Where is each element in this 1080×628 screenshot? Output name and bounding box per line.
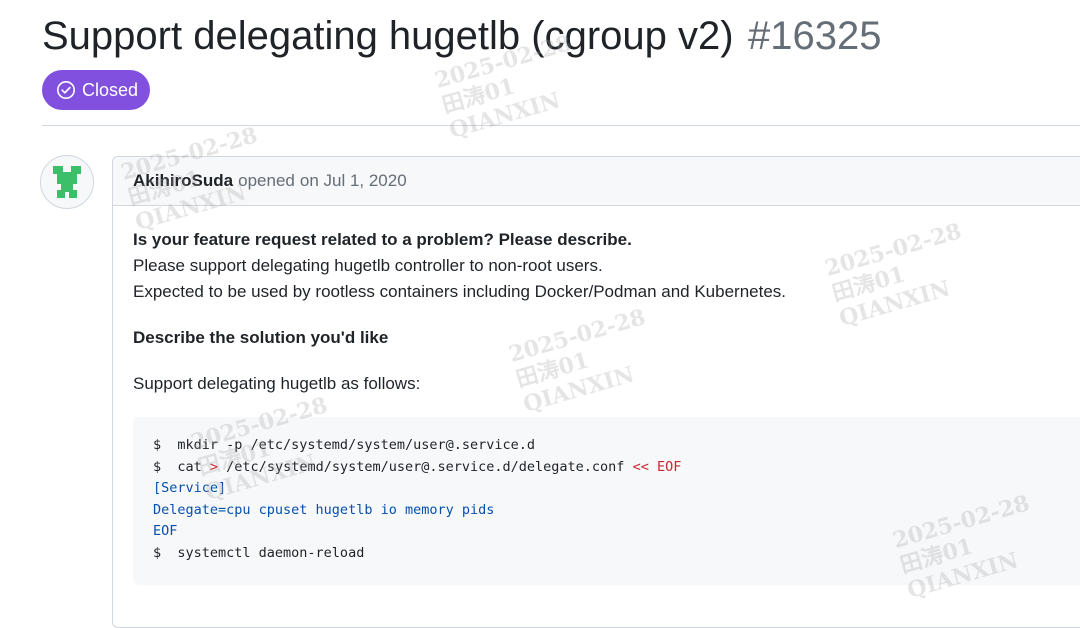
status-label: Closed	[82, 79, 139, 100]
status-badge: Closed	[42, 70, 150, 110]
avatar-icon	[47, 162, 87, 202]
code-line: $ cat > /etc/systemd/system/user@.servic…	[153, 458, 682, 475]
header-divider	[42, 125, 1080, 126]
code-line: Delegate=cpu cpuset hugetlb io memory pi…	[153, 501, 495, 518]
comment-body: Is your feature request related to a pro…	[133, 227, 786, 397]
code-line: EOF	[153, 523, 178, 539]
section-heading-solution: Describe the solution you'd like	[133, 328, 389, 347]
check-circle-icon	[57, 81, 75, 99]
issue-title-row: Support delegating hugetlb (cgroup v2) #…	[42, 14, 882, 59]
section-heading-problem: Is your feature request related to a pro…	[133, 230, 632, 249]
comment-timestamp[interactable]: on Jul 1, 2020	[300, 171, 407, 191]
code-line: [Service]	[153, 480, 227, 496]
body-text-line: Please support delegating hugetlb contro…	[133, 256, 603, 275]
code-line: $ systemctl daemon-reload	[153, 544, 365, 561]
issue-number: #16325	[748, 14, 882, 58]
body-text-line: Support delegating hugetlb as follows:	[133, 374, 421, 393]
code-line: $ mkdir -p /etc/systemd/system/user@.ser…	[153, 437, 536, 453]
body-text-line: Expected to be used by rootless containe…	[133, 282, 787, 301]
comment-author-link[interactable]: AkihiroSuda	[133, 171, 233, 191]
code-block: $ mkdir -p /etc/systemd/system/user@.ser…	[133, 417, 1080, 585]
comment-header: AkihiroSuda opened on Jul 1, 2020	[113, 157, 1080, 206]
issue-title: Support delegating hugetlb (cgroup v2)	[42, 14, 734, 58]
comment-action: opened	[238, 171, 295, 190]
issue-comment: AkihiroSuda opened on Jul 1, 2020 Is you…	[112, 156, 1080, 628]
avatar[interactable]	[40, 155, 94, 209]
